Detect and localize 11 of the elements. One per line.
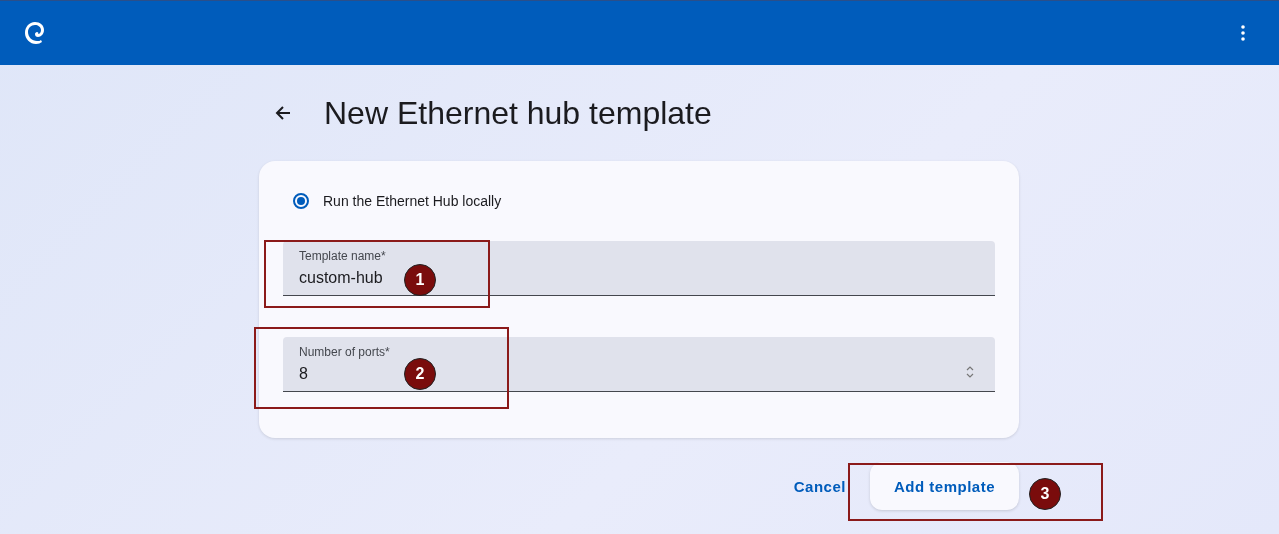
cancel-button[interactable]: Cancel <box>781 465 858 507</box>
add-template-button[interactable]: Add template <box>870 462 1019 510</box>
spinner-icon[interactable] <box>965 364 975 380</box>
back-arrow-icon[interactable] <box>275 105 291 121</box>
step-number: 3 <box>1029 478 1061 510</box>
radio-label[interactable]: Run the Ethernet Hub locally <box>323 193 502 209</box>
page-title: New Ethernet hub template <box>324 94 712 132</box>
more-menu-icon[interactable] <box>1241 25 1245 41</box>
field-label: Number of ports* <box>299 345 390 359</box>
radio-button[interactable] <box>293 193 309 209</box>
field-label: Template name* <box>299 249 386 263</box>
